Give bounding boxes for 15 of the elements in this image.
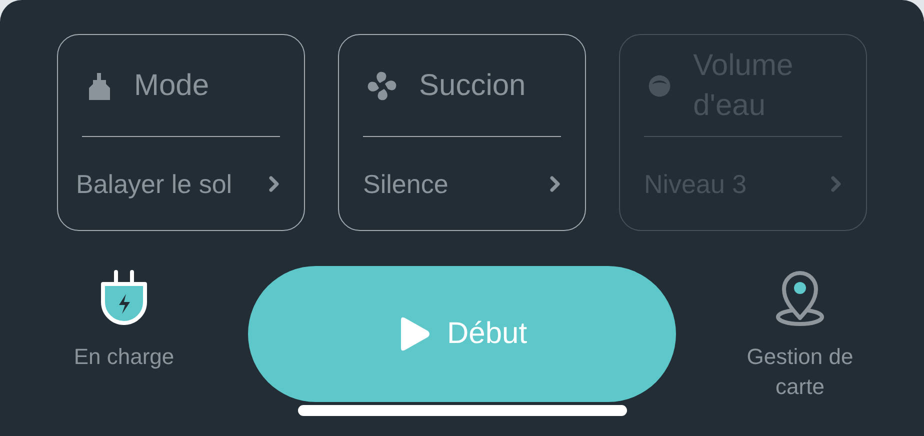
setting-value: Silence [363, 168, 448, 200]
broom-icon [86, 72, 112, 100]
map-management-link[interactable]: Gestion de carte [740, 342, 860, 402]
chevron-icon [549, 174, 561, 192]
charging-plug-icon [99, 270, 149, 328]
setting-title: Succion [419, 68, 526, 104]
setting-card[interactable]: Mode Balayer le sol [57, 34, 305, 231]
setting-card[interactable]: Succion Silence [338, 34, 586, 231]
charging-status: En charge [72, 343, 176, 371]
setting-title: Mode [134, 68, 210, 104]
map-pin-icon [774, 270, 826, 328]
fan-icon [367, 70, 397, 100]
chevron-icon [830, 174, 842, 192]
chevron-icon [268, 174, 280, 192]
setting-value: Balayer le sol [76, 168, 232, 200]
